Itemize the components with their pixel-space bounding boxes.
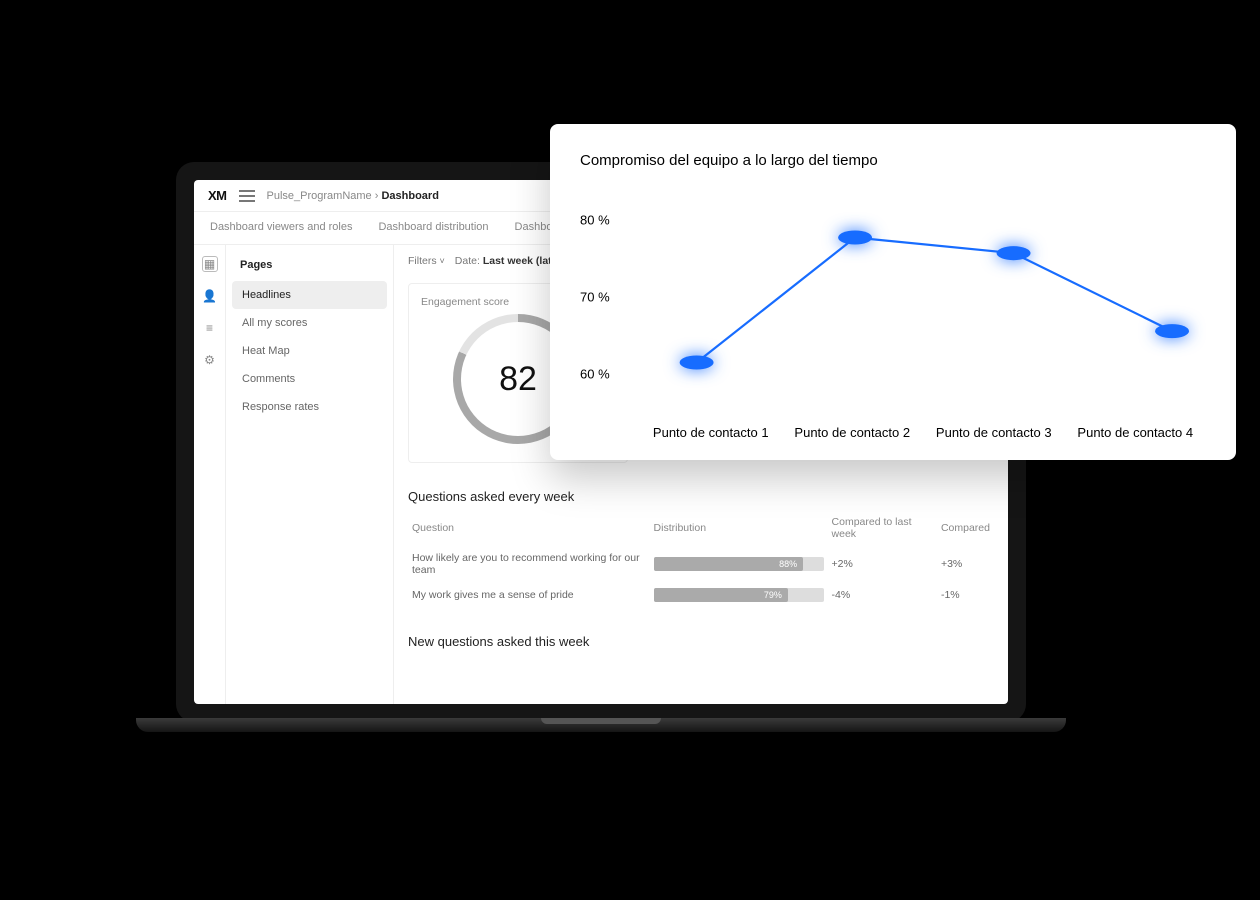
data-point [680,355,714,369]
chart-title: Compromiso del equipo a lo largo del tie… [580,152,1206,169]
table-row: How likely are you to recommend working … [408,546,994,582]
ytick-70: 70 % [580,290,610,305]
questions-table: Question Distribution Compared to last w… [408,510,994,608]
chevron-down-icon: ˅ [440,256,445,266]
search-icon[interactable]: 👤 [203,289,217,303]
filters-label: Filters [408,255,437,267]
breadcrumb[interactable]: Pulse_ProgramName › Dashboard [267,190,439,202]
distribution-fill: 79% [654,588,788,602]
distribution-bar: 88% [654,557,824,571]
laptop-base [136,718,1066,732]
layout-icon[interactable]: ▦ [203,257,217,271]
chart-plot [640,183,1206,417]
page-heat-map[interactable]: Heat Map [232,337,387,365]
tab-viewers-roles[interactable]: Dashboard viewers and roles [210,221,352,244]
hamburger-icon[interactable] [239,190,255,202]
col-compared-other: Compared [937,510,994,546]
gear-icon[interactable]: ⚙ [203,353,217,367]
page-all-scores[interactable]: All my scores [232,309,387,337]
cmp-last-week: -4% [828,582,937,608]
questions-section: Questions asked every week Question Dist… [408,479,994,608]
cmp-other: +3% [937,546,994,582]
cmp-last-week: +2% [828,546,937,582]
pages-heading: Pages [232,255,387,281]
page-response-rates[interactable]: Response rates [232,393,387,421]
date-label: Date: [455,255,480,267]
icon-rail: ▦ 👤 ≡ ⚙ [194,245,226,704]
ytick-80: 80 % [580,213,610,228]
table-row: My work gives me a sense of pride 79% -4… [408,582,994,608]
xm-logo: XM [208,188,227,203]
cmp-other: -1% [937,582,994,608]
adjust-icon[interactable]: ≡ [203,321,217,335]
page-comments[interactable]: Comments [232,365,387,393]
breadcrumb-parent[interactable]: Pulse_ProgramName [267,190,372,202]
col-distribution: Distribution [650,510,828,546]
tab-distribution[interactable]: Dashboard distribution [378,221,488,244]
col-compared-week: Compared to last week [828,510,937,546]
line-dots [640,183,1206,417]
breadcrumb-current: Dashboard [381,190,438,202]
breadcrumb-separator: › [375,190,379,202]
xtick-1: Punto de contacto 1 [640,425,782,440]
data-point [1155,324,1189,338]
engagement-score-value: 82 [499,360,537,399]
col-question: Question [408,510,650,546]
filters-dropdown[interactable]: Filters ˅ [408,255,445,267]
xtick-2: Punto de contacto 2 [782,425,924,440]
xtick-4: Punto de contacto 4 [1065,425,1207,440]
questions-title: Questions asked every week [408,489,994,504]
xtick-3: Punto de contacto 3 [923,425,1065,440]
question-text: My work gives me a sense of pride [408,582,650,608]
ytick-60: 60 % [580,366,610,381]
new-questions-title: New questions asked this week [408,634,994,649]
engagement-trend-card: Compromiso del equipo a lo largo del tie… [550,124,1236,460]
pages-panel: Pages Headlines All my scores Heat Map C… [226,245,394,704]
chart-area: 80 % 70 % 60 % [580,177,1206,417]
question-text: How likely are you to recommend working … [408,546,650,582]
data-point [838,231,872,245]
x-axis-labels: Punto de contacto 1 Punto de contacto 2 … [580,425,1206,440]
distribution-fill: 88% [654,557,804,571]
page-headlines[interactable]: Headlines [232,281,387,309]
distribution-bar: 79% [654,588,824,602]
data-point [997,246,1031,260]
